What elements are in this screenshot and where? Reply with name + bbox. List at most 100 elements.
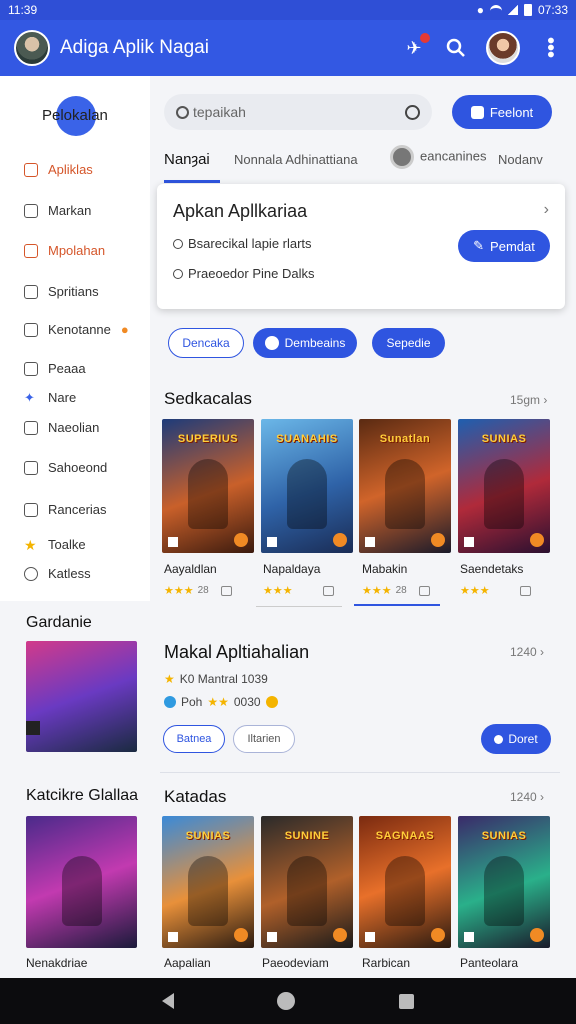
game-name[interactable]: Napaldaya (263, 562, 320, 576)
recent-apps-icon[interactable] (399, 993, 415, 1009)
download-icon[interactable] (519, 585, 531, 596)
doret-button[interactable]: Doret (481, 724, 551, 754)
tab-nonnala[interactable]: Nonnala Adhinattiana (234, 152, 358, 167)
publisher-logo (26, 721, 40, 735)
sidebar-item-markan[interactable]: Markan (24, 203, 91, 218)
sidebar-item-label: Peaaa (48, 361, 86, 376)
sidebar-item-naeolian[interactable]: Naeolian (24, 420, 99, 435)
search-input[interactable]: tepaikah (164, 94, 432, 130)
game-poster[interactable]: Sunatlan (359, 419, 451, 553)
download-icon[interactable] (322, 585, 334, 596)
search-icon (176, 105, 189, 119)
edit-icon (264, 336, 279, 350)
folder-icon (24, 284, 38, 299)
chip-dembeains[interactable]: Dembeains (253, 328, 357, 358)
game-poster[interactable]: SUPERIUS (162, 419, 254, 553)
search-submit-icon[interactable] (405, 104, 420, 120)
chart-icon (24, 460, 38, 475)
shield-icon (390, 145, 414, 169)
game-poster[interactable]: SUNIAS (458, 816, 550, 948)
divider (256, 606, 342, 607)
download-icon[interactable] (220, 585, 232, 596)
sidebar-item-peaaa[interactable]: Peaaa (24, 361, 86, 376)
battery-icon (523, 4, 532, 16)
game-name[interactable]: Aayaldlan (164, 562, 217, 576)
chip-sepedie[interactable]: Sepedie (372, 328, 445, 358)
selection-indicator (354, 604, 440, 606)
sidebar-item-label: Katless (48, 566, 91, 581)
radio-icon (173, 238, 183, 249)
chip-dencaka[interactable]: Dencaka (168, 328, 244, 358)
chevron-right-icon[interactable]: › (544, 201, 549, 219)
sidebar-item-label: Kenotanne (48, 322, 111, 337)
sidebar-item-toalke[interactable]: ★ Toalke (24, 537, 86, 552)
badge-icon (530, 928, 544, 942)
publisher-logo (267, 932, 277, 942)
search-button[interactable] (444, 36, 468, 60)
game-name[interactable]: Aapalian (164, 956, 211, 970)
tab-eancanines[interactable]: eancanines (390, 145, 487, 169)
divider (160, 772, 560, 773)
game-rating: ★★★ (263, 584, 334, 597)
sidebar-item-label: Rancerias (48, 502, 107, 517)
game-name[interactable]: Mabakin (362, 562, 407, 576)
game-rating: ★★★ (460, 584, 531, 597)
poster-title: SAGNAAS (375, 830, 435, 842)
stars-icon: ★★★ (460, 585, 490, 597)
tab-nodanv[interactable]: Nodanv (498, 152, 543, 167)
sidebar-item-rancerias[interactable]: Rancerias (24, 502, 107, 517)
game-name[interactable]: Rarbican (362, 956, 410, 970)
game-poster[interactable]: SAGNAAS (359, 816, 451, 948)
poster-title: SUNIAS (481, 433, 527, 445)
poster-title: SUNIAS (185, 830, 231, 842)
profile-avatar[interactable] (486, 31, 520, 65)
section-more-link[interactable]: 1240 › (510, 790, 544, 804)
section-more-link[interactable]: 15gm › (510, 393, 547, 407)
more-menu-icon[interactable]: ••• (538, 36, 562, 60)
rating-value: 28 (395, 585, 407, 596)
feelont-button[interactable]: Feelont (452, 95, 552, 129)
grid-icon (24, 243, 38, 258)
sidebar-item-spritians[interactable]: Spritians (24, 284, 99, 299)
sidebar-item-label: Naeolian (48, 420, 100, 435)
logo-text: Pelokalan (42, 107, 108, 124)
sidebar: Pelokalan Apliklas Markan Mpolahan Sprit… (0, 76, 150, 601)
poster-title: SUNIAS (481, 830, 527, 842)
app-title: Adiga Aplik Nagai (60, 37, 209, 58)
settings-icon (24, 566, 38, 581)
game-name[interactable]: Paeodeviam (262, 956, 329, 970)
sidebar-item-apps[interactable]: Apliklas (24, 162, 93, 177)
character-figure (484, 856, 524, 926)
featured-game-image[interactable] (26, 641, 137, 752)
game-poster[interactable]: SUNIAS (162, 816, 254, 948)
game-poster[interactable]: SUNIAS (458, 419, 550, 553)
game-poster[interactable]: SUANAHIS (261, 419, 353, 553)
download-icon[interactable] (418, 585, 430, 596)
card-option-1[interactable]: Bsarecikal lapie rlarts (173, 236, 312, 251)
sidebar-item-kenotanne[interactable]: Kenotanne ● (24, 322, 129, 337)
game-poster[interactable] (26, 816, 137, 948)
sidebar-item-label: Spritians (48, 284, 99, 299)
notifications-button[interactable]: ✈ (402, 33, 430, 60)
chip-batnea[interactable]: Batnea (163, 725, 225, 753)
back-icon[interactable] (161, 993, 174, 1009)
featured-meta-text: K0 Mantral 1039 (179, 672, 268, 686)
game-name[interactable]: Nenakdriae (26, 956, 87, 970)
game-name[interactable]: Panteolara (460, 956, 518, 970)
sidebar-item-katless[interactable]: Katless (24, 566, 91, 581)
sidebar-item-mpolahan[interactable]: Mpolahan (24, 243, 105, 258)
avatar[interactable] (14, 30, 50, 66)
badge-icon (431, 533, 445, 547)
tab-nanai[interactable]: Nanȝai (164, 151, 210, 168)
sidebar-item-sahoeond[interactable]: Sahoeond (24, 460, 107, 475)
card-option-2[interactable]: Praeoedor Pine Dalks (173, 266, 314, 281)
pemdat-button[interactable]: ✎ Pemdat (458, 230, 550, 262)
sidebar-item-nare[interactable]: ✦ Nare (24, 390, 76, 405)
game-name[interactable]: Saendetaks (460, 562, 523, 576)
sidebar-item-label: Mpolahan (48, 243, 106, 258)
status-bar: 11:39 ● 07:33 (0, 0, 576, 20)
home-icon[interactable] (277, 992, 296, 1010)
featured-more-link[interactable]: 1240 › (510, 645, 544, 659)
game-poster[interactable]: SUNINE (261, 816, 353, 948)
chip-iltarien[interactable]: Iltarien (233, 725, 295, 753)
